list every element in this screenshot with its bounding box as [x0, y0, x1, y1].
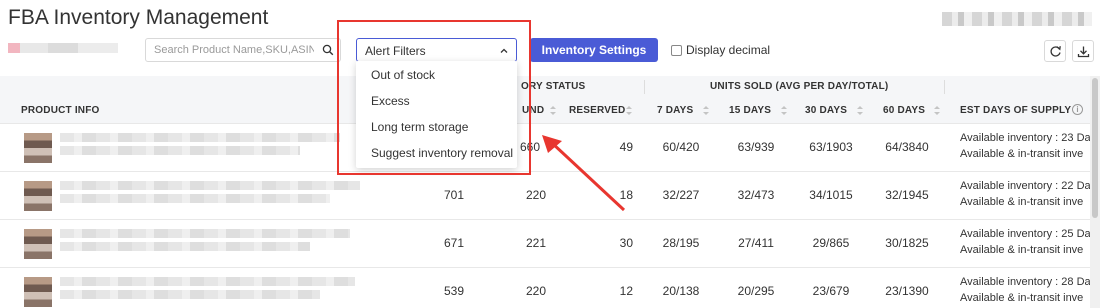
display-decimal-checkbox[interactable]: Display decimal — [671, 43, 770, 57]
sort-icon[interactable] — [550, 106, 556, 116]
cell-30-days: 63/1903 — [809, 140, 853, 154]
cell-quantity: 701 — [443, 188, 464, 202]
col-60-days[interactable]: 60 DAYS — [883, 105, 925, 116]
product-thumbnail[interactable] — [24, 277, 52, 307]
download-button[interactable] — [1072, 40, 1094, 62]
cell-reserved: 12 — [619, 284, 633, 298]
cell-quantity: 539 — [443, 284, 464, 298]
sort-icon[interactable] — [857, 106, 863, 116]
table-group-header: ORY STATUS UNITS SOLD (AVG PER DAY/TOTAL… — [0, 76, 1090, 96]
cell-on-hand: 221 — [525, 236, 546, 250]
product-sku-blurred — [60, 194, 330, 203]
product-thumbnail[interactable] — [24, 229, 52, 259]
col-product-info: PRODUCT INFO — [21, 105, 100, 116]
product-name-blurred[interactable] — [60, 229, 350, 238]
download-icon — [1077, 46, 1090, 58]
product-sku-blurred — [60, 242, 310, 251]
cell-supply-available: Available inventory : 28 Da — [960, 276, 1091, 288]
cell-supply-available: Available inventory : 25 Da — [960, 228, 1091, 240]
cell-15-days: 63/939 — [737, 140, 775, 154]
checkbox-box[interactable] — [671, 44, 682, 56]
product-sku-blurred — [60, 146, 300, 155]
sort-icon[interactable] — [934, 106, 940, 116]
search-icon[interactable] — [322, 44, 334, 56]
cell-on-hand: 220 — [525, 284, 546, 298]
col-15-days[interactable]: 15 DAYS — [729, 105, 771, 116]
cell-60-days: 30/1825 — [885, 236, 929, 250]
table-row[interactable]: 671 221 30 28/195 27/411 29/865 30/1825 … — [0, 220, 1091, 268]
cell-supply-available: Available inventory : 23 Da — [960, 132, 1091, 144]
table-column-header: PRODUCT INFO UND RESERVED 7 DAYS 15 DAYS… — [0, 96, 1090, 124]
product-name-blurred[interactable] — [60, 133, 340, 142]
sort-icon[interactable] — [781, 106, 787, 116]
arrow-annotation-icon — [542, 135, 626, 212]
cell-supply-available: Available inventory : 22 Da — [960, 180, 1091, 192]
cell-60-days: 32/1945 — [885, 188, 929, 202]
cell-reserved: 30 — [619, 236, 633, 250]
table-row[interactable]: 539 220 12 20/138 20/295 23/679 23/1390 … — [0, 268, 1091, 308]
product-name-blurred[interactable] — [60, 181, 360, 190]
shop-selector-blurred[interactable] — [8, 43, 118, 53]
search-box[interactable] — [145, 38, 341, 62]
col-est-days-supply: EST DAYS OF SUPPLY — [960, 105, 1072, 116]
cell-7-days: 60/420 — [662, 140, 700, 154]
cell-60-days: 64/3840 — [885, 140, 929, 154]
cell-60-days: 23/1390 — [885, 284, 929, 298]
cell-30-days: 34/1015 — [809, 188, 853, 202]
cell-30-days: 29/865 — [812, 236, 850, 250]
cell-30-days: 23/679 — [812, 284, 850, 298]
cell-supply-intransit: Available & in-transit inve — [960, 196, 1084, 208]
scrollbar-thumb[interactable] — [1092, 78, 1098, 218]
cell-supply-intransit: Available & in-transit inve — [960, 148, 1084, 160]
info-icon[interactable]: i — [1072, 104, 1083, 115]
display-decimal-label: Display decimal — [686, 43, 771, 57]
cell-15-days: 27/411 — [738, 236, 774, 250]
highlight-box-annotation — [337, 20, 531, 175]
group-header-units-sold: UNITS SOLD (AVG PER DAY/TOTAL) — [710, 81, 889, 92]
product-sku-blurred — [60, 290, 320, 299]
col-7-days[interactable]: 7 DAYS — [657, 105, 693, 116]
page-title: FBA Inventory Management — [8, 6, 269, 29]
product-thumbnail[interactable] — [24, 181, 52, 211]
product-thumbnail[interactable] — [24, 133, 52, 163]
refresh-button[interactable] — [1044, 40, 1066, 62]
inventory-settings-button[interactable]: Inventory Settings — [530, 38, 658, 62]
vertical-scrollbar[interactable] — [1090, 76, 1100, 308]
search-input[interactable] — [154, 42, 314, 58]
cell-quantity: 671 — [443, 236, 464, 250]
cell-supply-intransit: Available & in-transit inve — [960, 244, 1084, 256]
col-30-days[interactable]: 30 DAYS — [805, 105, 847, 116]
cell-15-days: 32/473 — [737, 188, 775, 202]
account-info-blurred — [942, 12, 1092, 26]
col-reserved[interactable]: RESERVED — [569, 105, 625, 116]
cell-7-days: 28/195 — [662, 236, 700, 250]
sort-icon[interactable] — [626, 106, 632, 116]
cell-7-days: 32/227 — [662, 188, 700, 202]
cell-supply-intransit: Available & in-transit inve — [960, 292, 1084, 304]
product-name-blurred[interactable] — [60, 277, 355, 286]
cell-15-days: 20/295 — [737, 284, 775, 298]
cell-7-days: 20/138 — [662, 284, 700, 298]
refresh-icon — [1050, 46, 1061, 57]
sort-icon[interactable] — [703, 106, 709, 116]
